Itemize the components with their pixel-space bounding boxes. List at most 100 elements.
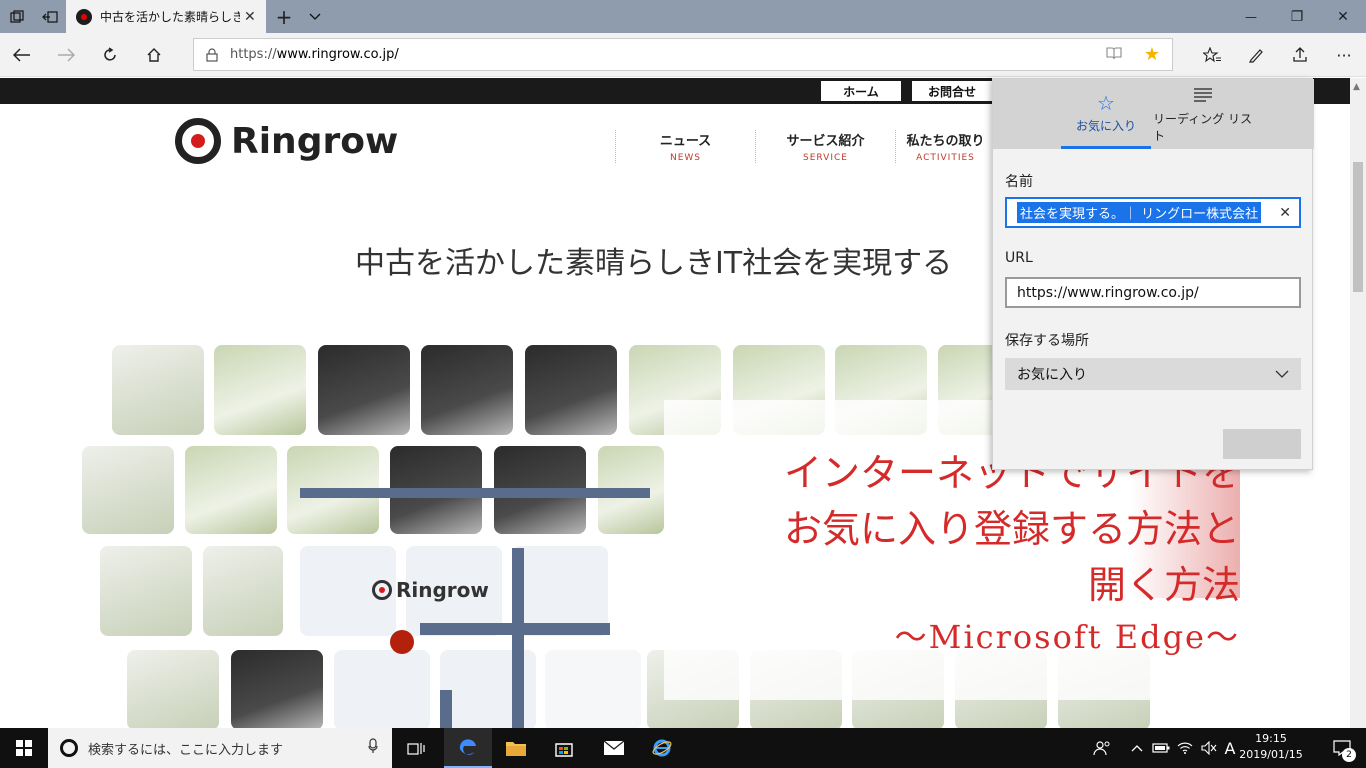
top-link-home[interactable]: ホーム [821, 81, 901, 101]
action-center-button[interactable]: 2 [1318, 728, 1366, 768]
wifi-icon[interactable] [1174, 728, 1196, 768]
tab-favorites-label: お気に入り [1075, 119, 1136, 133]
mosaic-tile [82, 446, 174, 534]
red-dot-decoration [390, 630, 414, 654]
windows-taskbar: 検索するには、ここに入力します A 19:15 2019/01/15 2 [0, 728, 1366, 768]
tab-reading-list[interactable]: リーディング リスト [1153, 79, 1253, 149]
chevron-down-icon [1275, 366, 1289, 382]
bag-stripe [440, 690, 452, 728]
microsoft-store-icon[interactable] [540, 728, 588, 768]
favorite-star-icon[interactable]: ★ [1144, 44, 1160, 65]
overlay-line-3: 開く方法 [1087, 563, 1240, 607]
bag-logo: Ringrow [372, 578, 489, 602]
nav-label: サービス紹介 [786, 134, 865, 149]
new-tab-button[interactable]: + [268, 0, 300, 33]
window-restore-button[interactable]: ❐ [1274, 0, 1320, 33]
save-location-label: 保存する場所 [1005, 333, 1089, 349]
ringrow-logo-icon [372, 580, 392, 600]
favorites-hub-icon[interactable] [1190, 33, 1234, 77]
url-text: https://www.ringrow.co.jp/ [230, 47, 399, 62]
mosaic-tile [112, 345, 204, 435]
tab-favorites[interactable]: ☆ お気に入り [1061, 79, 1151, 149]
file-explorer-icon[interactable] [492, 728, 540, 768]
bag-stripe [300, 488, 650, 498]
nav-sub-label: ACTIVITIES [916, 153, 975, 163]
window-minimize-button[interactable]: — [1228, 0, 1274, 33]
mosaic-tile [203, 546, 283, 636]
windows-logo-icon [16, 740, 32, 756]
task-view-icon[interactable] [392, 728, 440, 768]
nav-label: ニュース [659, 134, 712, 149]
favorite-url-input[interactable]: https://www.ringrow.co.jp/ [1005, 277, 1301, 308]
web-note-pen-icon[interactable] [1234, 33, 1278, 77]
clock-time: 19:15 [1255, 732, 1287, 745]
mosaic-tile [185, 446, 277, 534]
mosaic-tile [231, 650, 323, 728]
back-arrow-icon[interactable] [0, 33, 44, 77]
tab-manager-icon[interactable] [0, 0, 33, 33]
scroll-up-arrow-icon[interactable]: ▲ [1353, 82, 1360, 92]
more-options-icon[interactable]: ··· [1322, 33, 1366, 77]
set-tabs-aside-icon[interactable] [33, 0, 66, 33]
top-link-contact[interactable]: お問合せ [912, 81, 992, 101]
mosaic-tile [525, 345, 617, 435]
bag-stripe [420, 623, 610, 635]
bag-logo-text: Ringrow [396, 578, 489, 602]
add-favorite-button[interactable] [1223, 429, 1301, 459]
global-nav-service[interactable]: サービス紹介 SERVICE [755, 130, 895, 163]
favorite-name-value: 社会を実現する。｜ リングロー株式会社 [1017, 202, 1262, 223]
refresh-icon[interactable] [88, 33, 132, 77]
clock-date: 2019/01/15 [1239, 748, 1303, 761]
mosaic-tile [214, 345, 306, 435]
add-favorite-panel: ☆ お気に入り リーディング リスト 名前 社会を実現する。｜ リングロー株式会… [992, 78, 1314, 470]
scrollbar-thumb[interactable] [1353, 162, 1363, 292]
ringrow-logo-icon [175, 118, 221, 164]
global-nav-news[interactable]: ニュース NEWS [615, 130, 755, 163]
home-icon[interactable] [132, 33, 176, 77]
mail-icon[interactable] [590, 728, 638, 768]
mosaic-tile [100, 546, 192, 636]
page-scrollbar[interactable]: ▲ [1350, 78, 1366, 728]
internet-explorer-icon[interactable] [638, 728, 686, 768]
save-location-select[interactable]: お気に入り [1005, 358, 1301, 390]
taskbar-search-box[interactable]: 検索するには、ここに入力します [48, 728, 392, 768]
reading-list-icon [1192, 84, 1214, 108]
start-button[interactable] [0, 728, 48, 768]
window-close-button[interactable]: ✕ [1320, 0, 1366, 33]
taskbar-clock[interactable]: 19:15 2019/01/15 [1236, 731, 1306, 763]
reading-view-icon[interactable] [1106, 46, 1122, 64]
address-bar[interactable]: https://www.ringrow.co.jp/ ★ [193, 38, 1173, 71]
tab-reading-list-label: リーディング リスト [1153, 112, 1252, 143]
favorite-name-input[interactable]: 社会を実現する。｜ リングロー株式会社 ✕ [1005, 197, 1301, 228]
volume-muted-icon[interactable] [1198, 728, 1220, 768]
nav-sub-label: SERVICE [803, 153, 848, 163]
forward-arrow-icon[interactable] [44, 33, 88, 77]
clear-input-icon[interactable]: ✕ [1279, 205, 1291, 221]
tab-title: 中古を活かした素晴らしき [100, 10, 240, 24]
logo-text: Ringrow [231, 120, 399, 162]
notification-count-badge: 2 [1342, 748, 1356, 762]
mosaic-tile [334, 650, 430, 728]
url-scheme: https:// [230, 47, 277, 62]
edge-browser-icon[interactable] [444, 728, 492, 768]
site-logo[interactable]: Ringrow [175, 118, 398, 164]
show-hidden-icons-chevron-up-icon[interactable] [1126, 728, 1148, 768]
mosaic-tile [545, 650, 641, 728]
tab-preview-chevron-icon[interactable] [300, 0, 330, 33]
tab-active[interactable]: 中古を活かした素晴らしき ✕ [66, 0, 266, 33]
overlay-line-2: お気に入り登録する方法と [783, 507, 1240, 551]
url-host: www.ringrow.co.jp/ [276, 47, 399, 62]
microphone-icon[interactable] [368, 738, 378, 758]
star-outline-icon: ☆ [1097, 91, 1115, 115]
tab-close-button[interactable]: ✕ [244, 9, 256, 25]
tab-bar: 中古を活かした素晴らしき ✕ + — ❐ ✕ [0, 0, 1366, 33]
people-icon[interactable] [1088, 728, 1116, 768]
share-icon[interactable] [1278, 33, 1322, 77]
name-label: 名前 [1005, 174, 1033, 190]
battery-icon[interactable] [1150, 728, 1172, 768]
cortana-icon [60, 739, 78, 757]
global-nav-activities[interactable]: 私たちの取り ACTIVITIES [895, 130, 995, 163]
page-headline: 中古を活かした素晴らしきIT社会を実現する [355, 246, 953, 281]
url-label: URL [1005, 250, 1033, 266]
navigation-bar: https://www.ringrow.co.jp/ ★ ··· [0, 33, 1366, 77]
